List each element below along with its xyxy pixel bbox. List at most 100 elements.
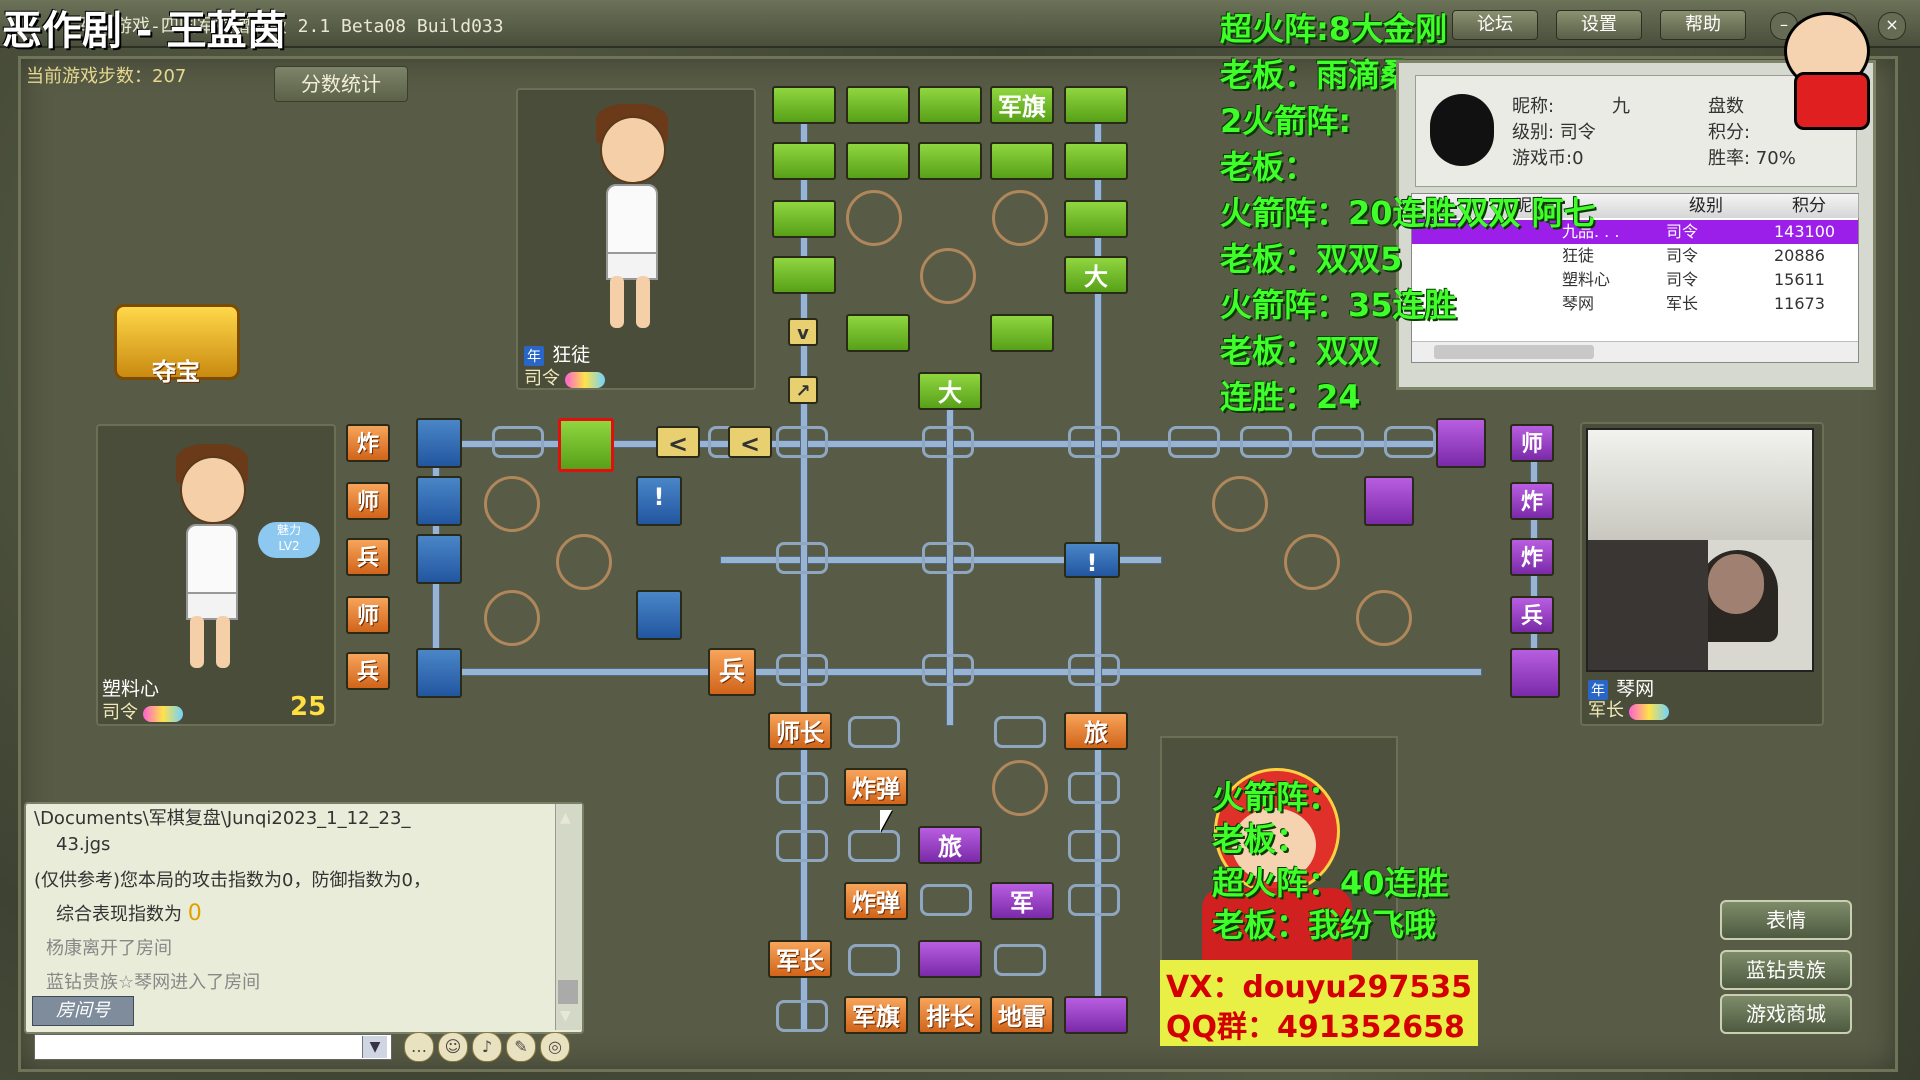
- piece-hidden[interactable]: [918, 86, 982, 124]
- board-slot[interactable]: [1384, 426, 1436, 458]
- camp[interactable]: [846, 190, 902, 246]
- board-slot[interactable]: [1240, 426, 1292, 458]
- piece-marked[interactable]: !: [636, 476, 682, 526]
- camp[interactable]: [1356, 590, 1412, 646]
- piece-flag[interactable]: 军旗: [844, 996, 908, 1034]
- board-slot[interactable]: [920, 884, 972, 916]
- arrow-icon[interactable]: ↗: [788, 376, 818, 404]
- piece-hidden[interactable]: [1064, 200, 1128, 238]
- piece-hidden[interactable]: [1364, 476, 1414, 526]
- piece-army[interactable]: 军: [990, 882, 1054, 920]
- board-slot[interactable]: [848, 716, 900, 748]
- piece-big[interactable]: 大: [918, 372, 982, 410]
- side-piece[interactable]: 兵: [346, 538, 390, 576]
- side-piece[interactable]: 兵: [1510, 596, 1554, 634]
- board-slot[interactable]: [776, 542, 828, 574]
- piece-selected[interactable]: [558, 418, 614, 472]
- wrench-icon[interactable]: ✎: [506, 1032, 536, 1062]
- bubble-icon[interactable]: …: [404, 1032, 434, 1062]
- piece-hidden[interactable]: [772, 86, 836, 124]
- piece-hidden[interactable]: [1510, 648, 1560, 698]
- board-slot[interactable]: [1168, 426, 1220, 458]
- board-slot[interactable]: [922, 542, 974, 574]
- board-slot[interactable]: [1068, 830, 1120, 862]
- game-shop-button[interactable]: 游戏商城: [1720, 994, 1852, 1034]
- column-header-score[interactable]: 积分: [1760, 194, 1859, 218]
- chevron-left-icon[interactable]: <: [728, 426, 772, 458]
- piece-hidden[interactable]: [416, 648, 462, 698]
- piece-hidden[interactable]: [772, 256, 836, 294]
- piece-hidden[interactable]: [1064, 996, 1128, 1034]
- board-slot[interactable]: [1068, 772, 1120, 804]
- board-slot[interactable]: [848, 944, 900, 976]
- blue-diamond-button[interactable]: 蓝钻贵族: [1720, 950, 1852, 990]
- piece-hidden[interactable]: [1436, 418, 1486, 468]
- piece-hidden[interactable]: [846, 86, 910, 124]
- table-row[interactable]: 狂徒 司令 20886: [1412, 244, 1858, 268]
- scroll-up-icon[interactable]: ▲: [560, 810, 571, 826]
- piece-brigade[interactable]: 旅: [1064, 712, 1128, 750]
- piece-hidden[interactable]: [416, 418, 462, 468]
- scroll-thumb[interactable]: [558, 980, 578, 1004]
- side-piece[interactable]: 师: [346, 482, 390, 520]
- piece-hidden[interactable]: [1064, 86, 1128, 124]
- camp[interactable]: [484, 590, 540, 646]
- board-slot[interactable]: [1068, 654, 1120, 686]
- piece-hidden[interactable]: [772, 200, 836, 238]
- camp[interactable]: [992, 760, 1048, 816]
- piece-brigade[interactable]: 旅: [918, 826, 982, 864]
- board-slot[interactable]: [1312, 426, 1364, 458]
- table-row[interactable]: 琴网 军长 11673: [1412, 292, 1858, 316]
- piece-marked[interactable]: !: [1064, 542, 1120, 578]
- piece-flag[interactable]: 军旗: [990, 86, 1054, 124]
- scroll-down-icon[interactable]: ▼: [560, 1008, 571, 1024]
- piece-bomb[interactable]: 炸弹: [844, 882, 908, 920]
- board-slot[interactable]: [776, 1000, 828, 1032]
- piece-hidden[interactable]: [990, 314, 1054, 352]
- scroll-thumb[interactable]: [1434, 345, 1594, 359]
- piece-hidden[interactable]: [1064, 142, 1128, 180]
- side-piece[interactable]: 师: [1510, 424, 1554, 462]
- board-slot[interactable]: [1068, 426, 1120, 458]
- board-slot[interactable]: [776, 426, 828, 458]
- board-slot[interactable]: [492, 426, 544, 458]
- piece-hidden[interactable]: [416, 534, 462, 584]
- piece-hidden[interactable]: [918, 940, 982, 978]
- camp[interactable]: [920, 248, 976, 304]
- board-slot[interactable]: [776, 772, 828, 804]
- camp[interactable]: [556, 534, 612, 590]
- camp[interactable]: [484, 476, 540, 532]
- piece-platoon[interactable]: 排长: [918, 996, 982, 1034]
- piece-hidden[interactable]: [990, 142, 1054, 180]
- table-row[interactable]: 塑料心 司令 15611: [1412, 268, 1858, 292]
- emoji-button[interactable]: 表情: [1720, 900, 1852, 940]
- speaker-icon[interactable]: ♪: [472, 1032, 502, 1062]
- piece-division[interactable]: 师长: [768, 712, 832, 750]
- board-slot[interactable]: [922, 654, 974, 686]
- column-header-rank[interactable]: 级别: [1652, 194, 1761, 218]
- piece-hidden[interactable]: [918, 142, 982, 180]
- piece-hidden[interactable]: [636, 590, 682, 640]
- side-piece[interactable]: 炸: [1510, 538, 1554, 576]
- globe-icon[interactable]: ◎: [540, 1032, 570, 1062]
- board-slot[interactable]: [994, 716, 1046, 748]
- chat-scrollbar[interactable]: ▲ ▼: [555, 804, 582, 1030]
- horizontal-scrollbar[interactable]: [1412, 341, 1858, 362]
- board-slot[interactable]: [1068, 884, 1120, 916]
- camp[interactable]: [992, 190, 1048, 246]
- piece-hidden[interactable]: [846, 142, 910, 180]
- board-slot[interactable]: [922, 426, 974, 458]
- board-slot[interactable]: [776, 654, 828, 686]
- emoji-icon[interactable]: ☺: [438, 1032, 468, 1062]
- piece-mine[interactable]: 地雷: [990, 996, 1054, 1034]
- piece-hidden[interactable]: [846, 314, 910, 352]
- piece-bomb[interactable]: 炸弹: [844, 768, 908, 806]
- piece-army-commander[interactable]: 军长: [768, 940, 832, 978]
- camp[interactable]: [1284, 534, 1340, 590]
- chat-dropdown-icon[interactable]: ▼: [362, 1036, 387, 1058]
- board-slot[interactable]: [994, 944, 1046, 976]
- piece-hidden[interactable]: [772, 142, 836, 180]
- piece-hidden[interactable]: [416, 476, 462, 526]
- board-slot[interactable]: [848, 830, 900, 862]
- chat-input[interactable]: [34, 1034, 392, 1060]
